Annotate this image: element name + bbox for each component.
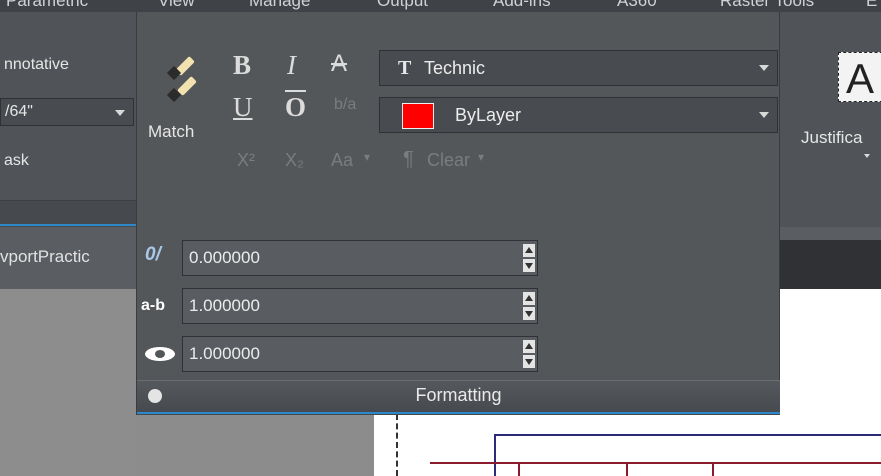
chevron-down-icon: ▾ (478, 150, 485, 164)
formatting-panel-title: Formatting (415, 385, 502, 405)
oblique-angle-value: 0.000000 (189, 248, 260, 267)
clear-button[interactable]: Clear (427, 150, 470, 171)
document-tab[interactable]: vportPractic (0, 247, 90, 267)
tracking-icon: a-b (141, 297, 165, 314)
width-factor-field[interactable]: 1.000000 (182, 336, 538, 372)
menu-manage[interactable]: Manage (249, 0, 310, 11)
spinner-icon[interactable] (523, 244, 535, 272)
menu-extra[interactable]: E (866, 0, 877, 11)
change-case-button[interactable]: Aa (331, 150, 353, 171)
paintbrush-icon (166, 56, 197, 103)
menu-parametric[interactable]: Parametric (6, 0, 88, 11)
strikethrough-button[interactable]: A (331, 50, 347, 78)
drawing-line (518, 462, 520, 476)
color-dropdown[interactable]: ByLayer (379, 97, 778, 133)
font-dropdown[interactable]: T Technic (379, 50, 778, 86)
match-properties-button[interactable]: Match (143, 48, 221, 148)
truetype-font-icon: T (398, 57, 412, 79)
justify-label[interactable]: Justifica (801, 128, 862, 148)
drawing-line (494, 434, 881, 436)
width-factor-icon (145, 347, 175, 361)
menu-a360[interactable]: A360 (617, 0, 657, 11)
drawing-line (626, 462, 628, 476)
mask-label[interactable]: ask (4, 152, 29, 170)
drawing-line (712, 462, 714, 476)
menu-addins[interactable]: Add-ins (493, 0, 551, 11)
drawing-line (430, 462, 881, 464)
underline-button[interactable]: U (233, 92, 253, 123)
drawing-line (494, 434, 496, 476)
chevron-down-icon: ▾ (364, 150, 371, 164)
justify-icon[interactable]: A (838, 52, 881, 102)
stack-icon[interactable]: b/a (334, 96, 356, 114)
oblique-angle-field[interactable]: 0.000000 (182, 240, 538, 276)
chevron-down-icon (115, 110, 125, 116)
font-value: Technic (424, 58, 486, 78)
panel-accent-line (137, 412, 780, 414)
bold-button[interactable]: B (233, 50, 251, 81)
text-height-value: /64" (5, 103, 33, 120)
model-space-grey-lower (136, 414, 374, 476)
italic-button[interactable]: I (287, 50, 296, 81)
oblique-angle-icon: 0/ (145, 244, 161, 265)
justify-panel (780, 12, 881, 227)
model-space-grey (0, 289, 136, 476)
annotative-label[interactable]: nnotative (4, 56, 69, 74)
overline-button[interactable]: O (285, 92, 306, 123)
tracking-value: 1.000000 (189, 296, 260, 315)
match-label: Match (148, 122, 195, 141)
chevron-down-icon (759, 65, 769, 71)
color-value: ByLayer (455, 105, 522, 125)
clear-format-icon: ¶ (403, 148, 414, 170)
menu-output[interactable]: Output (377, 0, 428, 11)
chevron-down-icon (759, 112, 769, 118)
width-factor-value: 1.000000 (189, 344, 260, 363)
panel-accent-line (0, 224, 136, 226)
text-height-dropdown[interactable]: /64" (0, 98, 134, 126)
menu-view[interactable]: View (158, 0, 195, 11)
color-swatch (402, 103, 434, 129)
menu-raster-tools[interactable]: Raster Tools (720, 0, 814, 11)
chevron-down-icon (864, 154, 870, 158)
superscript-button[interactable]: X² (237, 150, 255, 171)
spinner-icon[interactable] (523, 292, 535, 320)
tracking-field[interactable]: 1.000000 (182, 288, 538, 324)
spinner-icon[interactable] (523, 340, 535, 368)
drawing-border (396, 414, 400, 476)
subscript-button[interactable]: X₂ (285, 150, 304, 171)
tab-strip-dark-area (780, 240, 881, 289)
